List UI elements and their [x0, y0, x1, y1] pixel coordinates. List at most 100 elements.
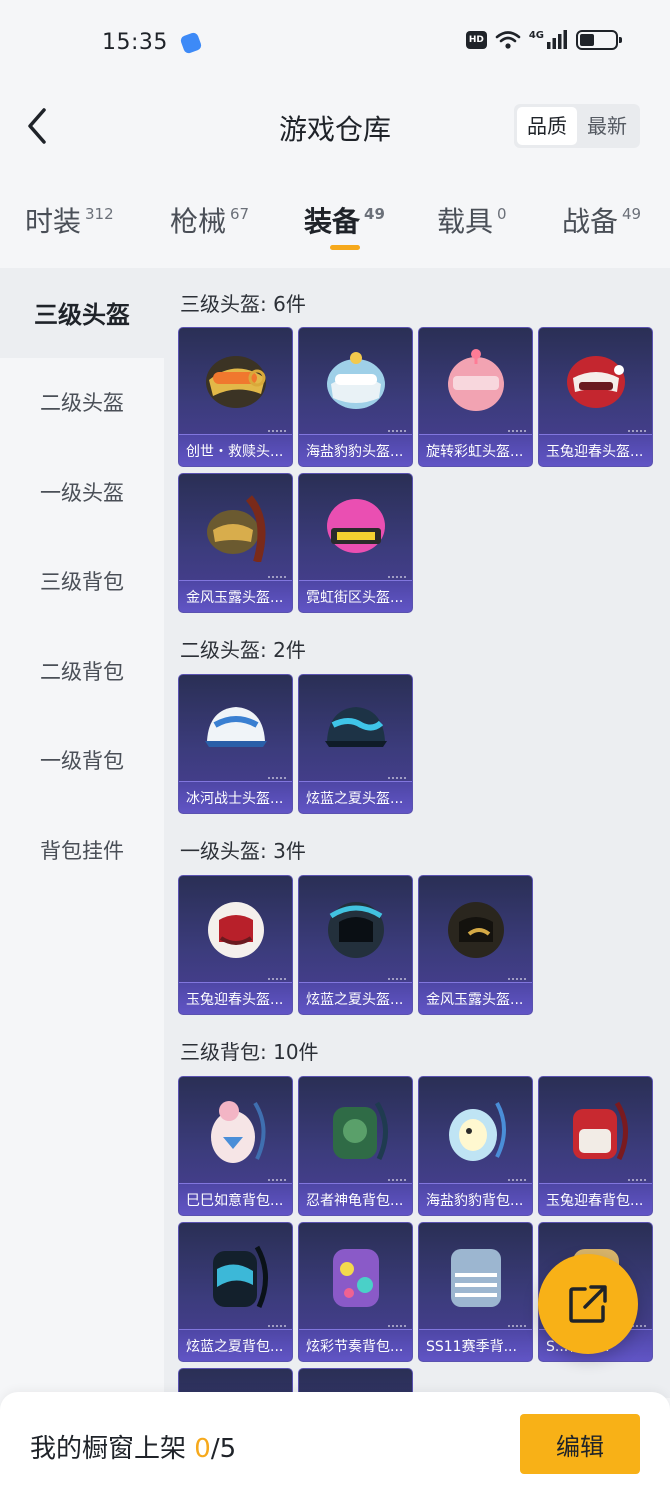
tab-count: 0	[497, 205, 507, 223]
tab-equipment[interactable]: 装备 49	[304, 200, 385, 240]
sort-quality[interactable]: 品质	[517, 107, 577, 145]
share-button[interactable]	[538, 1254, 638, 1354]
sidebar-item-level1-backpack[interactable]: 一级背包	[0, 716, 164, 806]
item-name: 玉兔迎春头盔...	[546, 443, 644, 460]
share-icon	[569, 1285, 607, 1323]
app-notification-icon	[179, 31, 203, 55]
item-name: 金风玉露头盔...	[186, 589, 284, 606]
category-tabs: 时装 312 枪械 67 装备 49 载具 0 战备 49	[0, 190, 670, 260]
tab-label: 战备	[562, 205, 619, 238]
section-title: 一级头盔: 3件	[180, 839, 306, 863]
backpack-icon	[333, 1249, 379, 1307]
item-name: 炫蓝之夏头盔...	[306, 790, 404, 807]
tab-count: 67	[230, 205, 250, 223]
backpack-icon	[451, 1249, 501, 1307]
backpack-icon	[213, 1245, 269, 1309]
item-card[interactable]: 玉兔迎春背包...	[538, 1076, 653, 1216]
item-name: 创世・救赎头...	[186, 443, 284, 460]
item-name: SS11赛季背...	[426, 1338, 517, 1355]
backpack-icon	[573, 1101, 628, 1161]
item-name: 炫蓝之夏头盔...	[306, 991, 404, 1008]
battery-icon	[576, 30, 622, 50]
item-card[interactable]: 忍者神龟背包...	[298, 1076, 413, 1216]
helmet-icon	[567, 356, 625, 408]
section-title: 二级头盔: 2件	[180, 638, 306, 662]
wifi-icon	[495, 31, 521, 49]
bottom-bar: 我的橱窗上架 0/5 编辑	[0, 1392, 670, 1496]
item-card[interactable]: 海盐豹豹头盔...	[298, 327, 413, 467]
backpack-icon	[449, 1102, 506, 1161]
item-card[interactable]: 海盐豹豹背包...	[418, 1076, 533, 1216]
network-type: 4G	[528, 29, 544, 41]
tab-count: 49	[364, 205, 385, 223]
sidebar-item-level3-backpack[interactable]: 三级背包	[0, 537, 164, 627]
item-name: 霓虹街区头盔...	[306, 589, 404, 606]
item-card[interactable]: 金风玉露头盔...	[178, 473, 293, 613]
item-card[interactable]: 巳巳如意背包...	[178, 1076, 293, 1216]
helmet-icon	[327, 352, 385, 409]
item-name: 炫蓝之夏背包...	[186, 1338, 284, 1355]
item-name: 炫彩节奏背包...	[306, 1338, 404, 1355]
showcase-status: 我的橱窗上架 0/5	[30, 1428, 236, 1465]
item-card[interactable]: 玉兔迎春头盔...	[178, 875, 293, 1015]
item-card[interactable]: 炫蓝之夏背包...	[178, 1222, 293, 1362]
item-card[interactable]: 炫彩节奏背包...	[298, 1222, 413, 1362]
item-card[interactable]: SS11赛季背...	[418, 1222, 533, 1362]
status-time: 15:35	[102, 30, 168, 55]
item-card[interactable]: 玉兔迎春头盔...	[538, 327, 653, 467]
active-tab-indicator	[330, 245, 360, 250]
item-name: 冰河战士头盔...	[186, 790, 284, 807]
backpack-icon	[333, 1101, 388, 1161]
item-card[interactable]: 霓虹街区头盔...	[298, 473, 413, 613]
sidebar-item-backpack-charm[interactable]: 背包挂件	[0, 805, 164, 895]
tab-count: 312	[85, 205, 114, 223]
item-card[interactable]: 炫蓝之夏头盔...	[298, 674, 413, 814]
backpack-icon	[211, 1101, 266, 1163]
sidebar: 三级头盔 二级头盔 一级头盔 三级背包 二级背包 一级背包 背包挂件	[0, 268, 164, 1398]
item-card[interactable]: 炫蓝之夏头盔...	[298, 875, 413, 1015]
helmet-icon	[327, 499, 385, 553]
section-title: 三级背包: 10件	[180, 1040, 319, 1064]
showcase-count: 0	[194, 1434, 211, 1464]
helmet-icon	[208, 902, 264, 958]
tab-label: 枪械	[170, 205, 227, 238]
helmet-icon	[325, 707, 387, 747]
item-name: 玉兔迎春背包...	[546, 1192, 644, 1209]
section-title: 三级头盔: 6件	[180, 292, 306, 316]
helmet-icon	[448, 349, 504, 411]
sort-toggle: 品质 最新	[514, 104, 640, 148]
tab-count: 49	[622, 205, 642, 223]
showcase-label: 我的橱窗上架	[30, 1434, 195, 1464]
item-name: 金风玉露头盔...	[426, 991, 524, 1008]
tab-supplies[interactable]: 战备 49	[562, 200, 641, 240]
sort-newest[interactable]: 最新	[577, 107, 637, 145]
item-name: 玉兔迎春头盔...	[186, 991, 284, 1008]
hd-badge: HD	[465, 31, 487, 49]
tab-guns[interactable]: 枪械 67	[170, 200, 249, 240]
item-card[interactable]: 冰河战士头盔...	[178, 674, 293, 814]
item-list[interactable]: 三级头盔: 6件 创世・救赎头... 海盐豹豹头盔... 旋转彩虹头盔... 玉…	[164, 268, 670, 1398]
helmet-icon	[207, 495, 266, 562]
sidebar-item-level1-helmet[interactable]: 一级头盔	[0, 447, 164, 537]
item-card[interactable]: 创世・救赎头...	[178, 327, 293, 467]
tab-label: 时装	[25, 205, 82, 238]
helmet-icon	[206, 356, 266, 408]
sidebar-item-level3-helmet[interactable]: 三级头盔	[0, 268, 164, 358]
item-card[interactable]: 旋转彩虹头盔...	[418, 327, 533, 467]
item-name: 海盐豹豹背包...	[426, 1192, 524, 1209]
helmet-icon	[448, 902, 504, 958]
tab-label: 装备	[304, 205, 361, 238]
item-card[interactable]: 金风玉露头盔...	[418, 875, 533, 1015]
sidebar-item-level2-backpack[interactable]: 二级背包	[0, 626, 164, 716]
tab-label: 载具	[437, 205, 494, 238]
item-name: 旋转彩虹头盔...	[426, 443, 524, 460]
header: 游戏仓库 品质 最新	[0, 88, 670, 168]
edit-button[interactable]: 编辑	[520, 1414, 640, 1474]
sidebar-item-level2-helmet[interactable]: 二级头盔	[0, 358, 164, 448]
tab-vehicles[interactable]: 载具 0	[437, 200, 507, 240]
item-name: 海盐豹豹头盔...	[306, 443, 404, 460]
showcase-total: /5	[210, 1434, 237, 1464]
item-name: 忍者神龟背包...	[306, 1192, 404, 1209]
helmet-icon	[205, 707, 267, 747]
tab-fashion[interactable]: 时装 312	[25, 200, 114, 240]
